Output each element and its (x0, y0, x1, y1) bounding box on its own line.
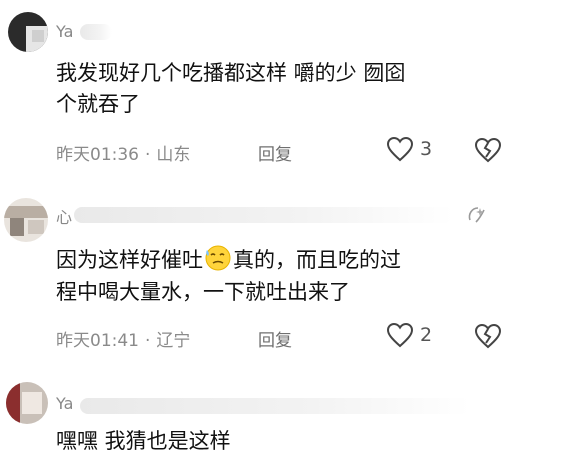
sparkle-badge-icon (468, 207, 485, 223)
timestamp: 昨天01:41 (56, 331, 139, 351)
username-blurred (74, 207, 454, 223)
heart-outline-icon (386, 136, 414, 162)
comment-text-line-2: 个就吞了 (56, 92, 140, 116)
reply-button[interactable]: 回复 (258, 326, 292, 351)
broken-heart-icon[interactable] (474, 323, 502, 349)
like-count: 2 (420, 324, 433, 346)
comment-meta: 昨天01:41 · 辽宁 (56, 331, 191, 351)
comment-text-line-1: 因为这样好催吐 真的，而且吃的过 (56, 244, 401, 276)
comment-text-line-2: 程中喝大量水，一下就吐出来了 (56, 280, 350, 304)
comment-2: 心 因为这样好催吐 真的，而且吃的过 程中喝大量水，一下就吐出来了 昨天01:4… (0, 180, 567, 370)
like-button[interactable]: 3 (386, 136, 432, 162)
broken-heart-icon[interactable] (474, 137, 502, 163)
avatar[interactable] (4, 198, 48, 242)
avatar[interactable] (8, 12, 48, 52)
username[interactable]: 心 (56, 204, 72, 228)
like-count: 3 (420, 138, 433, 160)
like-button[interactable]: 2 (386, 322, 432, 348)
username[interactable]: Ya (56, 22, 73, 41)
comment-text-part-2: 真的，而且吃的过 (233, 248, 401, 272)
comment-text-line-1: 我发现好几个吃播都这样 嚼的少 囫囵 (56, 61, 406, 85)
username-blurred (80, 24, 112, 40)
comment-text-part-1: 因为这样好催吐 (56, 248, 203, 272)
heart-outline-icon (386, 322, 414, 348)
avatar[interactable] (6, 382, 48, 424)
comment-3: Ya 嘿嘿 我猜也是这样 (0, 370, 567, 453)
comment-meta: 昨天01:36 · 山东 (56, 145, 191, 165)
username-blurred (80, 398, 470, 414)
timestamp: 昨天01:36 (56, 145, 139, 165)
location: 山东 (156, 145, 191, 165)
location: 辽宁 (156, 331, 191, 351)
sweat-emoji-icon (205, 245, 231, 271)
comment-1: Ya 我发现好几个吃播都这样 嚼的少 囫囵 个就吞了 昨天01:36 · 山东 回复… (0, 0, 567, 180)
username[interactable]: Ya (56, 394, 73, 413)
reply-button[interactable]: 回复 (258, 140, 292, 165)
